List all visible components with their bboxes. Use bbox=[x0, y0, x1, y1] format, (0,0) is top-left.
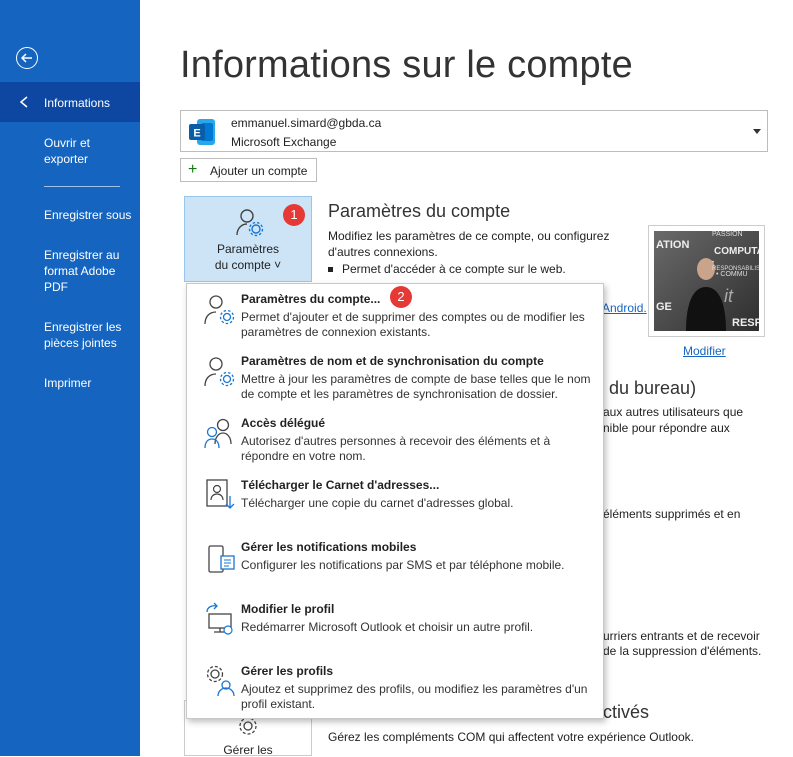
menu-item-download-address-book[interactable]: Télécharger le Carnet d'adresses... Télé… bbox=[187, 470, 603, 530]
chevron-left-icon bbox=[18, 95, 32, 113]
sidebar-item-label: exporter bbox=[44, 152, 89, 166]
menu-item-delegate-access[interactable]: Accès délégué Autorisez d'autres personn… bbox=[187, 408, 603, 468]
add-account-label: Ajouter un compte bbox=[210, 164, 308, 178]
svg-text:E: E bbox=[193, 128, 200, 140]
sidebar-item-informations[interactable]: Informations bbox=[0, 82, 140, 122]
sidebar-item-label: Enregistrer les bbox=[44, 320, 122, 334]
delegate-users-icon bbox=[203, 416, 237, 450]
sidebar-item-save-attachments[interactable]: Enregistrer les pièces jointes bbox=[0, 319, 140, 355]
menu-item-description: Configurer les notifications par SMS et … bbox=[241, 558, 565, 572]
exchange-logo-icon: E bbox=[187, 117, 217, 147]
profile-photo[interactable]: ATION PASSION COMPUTAT • RESPONSABILISAT… bbox=[648, 225, 765, 337]
sidebar-item-label: Imprimer bbox=[44, 376, 92, 390]
menu-item-title: Gérer les profils bbox=[241, 664, 334, 678]
section-title-auto-reply: du bureau) bbox=[609, 378, 697, 398]
sidebar-item-label: Informations bbox=[44, 96, 111, 110]
page-title: Informations sur le compte bbox=[180, 44, 633, 86]
menu-item-title: Gérer les notifications mobiles bbox=[241, 540, 417, 554]
sidebar-item-print[interactable]: Imprimer bbox=[0, 375, 140, 395]
gear-icon bbox=[237, 715, 259, 742]
address-book-download-icon bbox=[203, 478, 237, 512]
section-bullet: Permet d'accéder à ce compte sur le web. bbox=[328, 262, 566, 276]
menu-item-description: Télécharger une copie du carnet d'adress… bbox=[241, 496, 514, 510]
photo-text: GE bbox=[656, 301, 672, 313]
menu-item-change-profile[interactable]: Modifier le profil Redémarrer Microsoft … bbox=[187, 594, 603, 654]
account-email: emmanuel.simard@gbda.ca bbox=[231, 116, 382, 130]
back-arrow-icon[interactable] bbox=[16, 47, 38, 69]
sidebar-item-label: pièces jointes bbox=[44, 336, 117, 350]
photo-text: COMPUTAT bbox=[714, 246, 759, 257]
background-text: aux autres utilisateurs que bbox=[603, 405, 744, 419]
menu-item-description: Autorisez d'autres personnes à recevoir … bbox=[241, 434, 551, 463]
user-gear-icon bbox=[235, 207, 265, 242]
background-text: urriers entrants et de recevoir bbox=[603, 629, 760, 643]
sidebar-divider bbox=[44, 186, 120, 187]
menu-item-description: Ajoutez et supprimez des profils, ou mod… bbox=[241, 682, 588, 711]
photo-text: ATION bbox=[656, 239, 690, 251]
change-photo-link[interactable]: Modifier bbox=[683, 344, 726, 358]
profile-photo-image: ATION PASSION COMPUTAT • RESPONSABILISAT… bbox=[654, 231, 759, 331]
manage-profiles-icon bbox=[203, 664, 237, 698]
account-selector[interactable]: E emmanuel.simard@gbda.ca Microsoft Exch… bbox=[180, 110, 768, 152]
sidebar-item-label: PDF bbox=[44, 280, 68, 294]
sidebar-item-label: Enregistrer au bbox=[44, 248, 120, 262]
change-profile-icon bbox=[203, 602, 237, 636]
menu-item-title: Paramètres du compte... bbox=[241, 292, 381, 306]
background-text: nible pour répondre aux bbox=[603, 421, 730, 435]
account-settings-menu: Paramètres du compte... Permet d'ajouter… bbox=[186, 283, 604, 719]
photo-text: PASSION bbox=[712, 231, 743, 238]
menu-item-title: Télécharger le Carnet d'adresses... bbox=[241, 478, 440, 492]
plus-icon: + bbox=[188, 161, 198, 178]
step-badge-2: 2 bbox=[390, 286, 412, 308]
account-settings-label: du compte ˅ bbox=[214, 258, 282, 272]
user-sync-icon bbox=[203, 354, 237, 388]
menu-item-description: Permet d'ajouter et de supprimer des com… bbox=[241, 310, 585, 339]
sidebar-item-open-export[interactable]: Ouvrir et exporter bbox=[0, 135, 140, 171]
background-text: Gérez les compléments COM qui affectent … bbox=[328, 730, 694, 744]
section-description: Modifiez les paramètres de ce compte, ou… bbox=[328, 229, 610, 259]
account-settings-label: Paramètres bbox=[216, 242, 280, 256]
menu-item-manage-profiles[interactable]: Gérer les profils Ajoutez et supprimez d… bbox=[187, 656, 603, 716]
section-title-addins: ctivés bbox=[603, 702, 650, 722]
manage-addins-label: Gérer les bbox=[223, 743, 273, 757]
sidebar-item-save-as[interactable]: Enregistrer sous bbox=[0, 207, 140, 227]
photo-text: • COMMU bbox=[716, 271, 748, 278]
menu-item-title: Paramètres de nom et de synchronisation … bbox=[241, 354, 544, 368]
sidebar-item-label: Ouvrir et bbox=[44, 136, 91, 150]
menu-item-title: Accès délégué bbox=[241, 416, 326, 430]
background-text: de la suppression d'éléments. bbox=[603, 644, 762, 658]
sidebar: Informations Ouvrir et exporter Enregist… bbox=[0, 0, 140, 756]
add-account-button[interactable]: + Ajouter un compte bbox=[180, 158, 317, 182]
menu-item-description: Mettre à jour les paramètres de compte d… bbox=[241, 372, 591, 401]
dropdown-caret-icon[interactable] bbox=[753, 129, 761, 134]
section-title-account-settings: Paramètres du compte bbox=[328, 201, 511, 221]
menu-item-description: Redémarrer Microsoft Outlook et choisir … bbox=[241, 620, 534, 634]
menu-item-name-sync-settings[interactable]: Paramètres de nom et de synchronisation … bbox=[187, 346, 603, 406]
step-badge-1: 1 bbox=[283, 204, 305, 226]
account-type: Microsoft Exchange bbox=[231, 135, 337, 149]
menu-item-mobile-notifications[interactable]: Gérer les notifications mobiles Configur… bbox=[187, 532, 603, 592]
menu-item-title: Modifier le profil bbox=[241, 602, 335, 616]
sidebar-item-label: format Adobe bbox=[44, 264, 116, 278]
photo-text: it bbox=[724, 286, 733, 306]
sidebar-item-label: Enregistrer sous bbox=[44, 208, 132, 222]
user-gear-icon bbox=[203, 292, 237, 326]
background-text: éléments supprimés et en bbox=[603, 507, 741, 521]
android-link[interactable]: Android. bbox=[602, 301, 647, 315]
mobile-notification-icon bbox=[203, 540, 237, 574]
photo-text: RESP bbox=[732, 317, 759, 329]
sidebar-item-save-pdf[interactable]: Enregistrer au format Adobe PDF bbox=[0, 247, 140, 297]
